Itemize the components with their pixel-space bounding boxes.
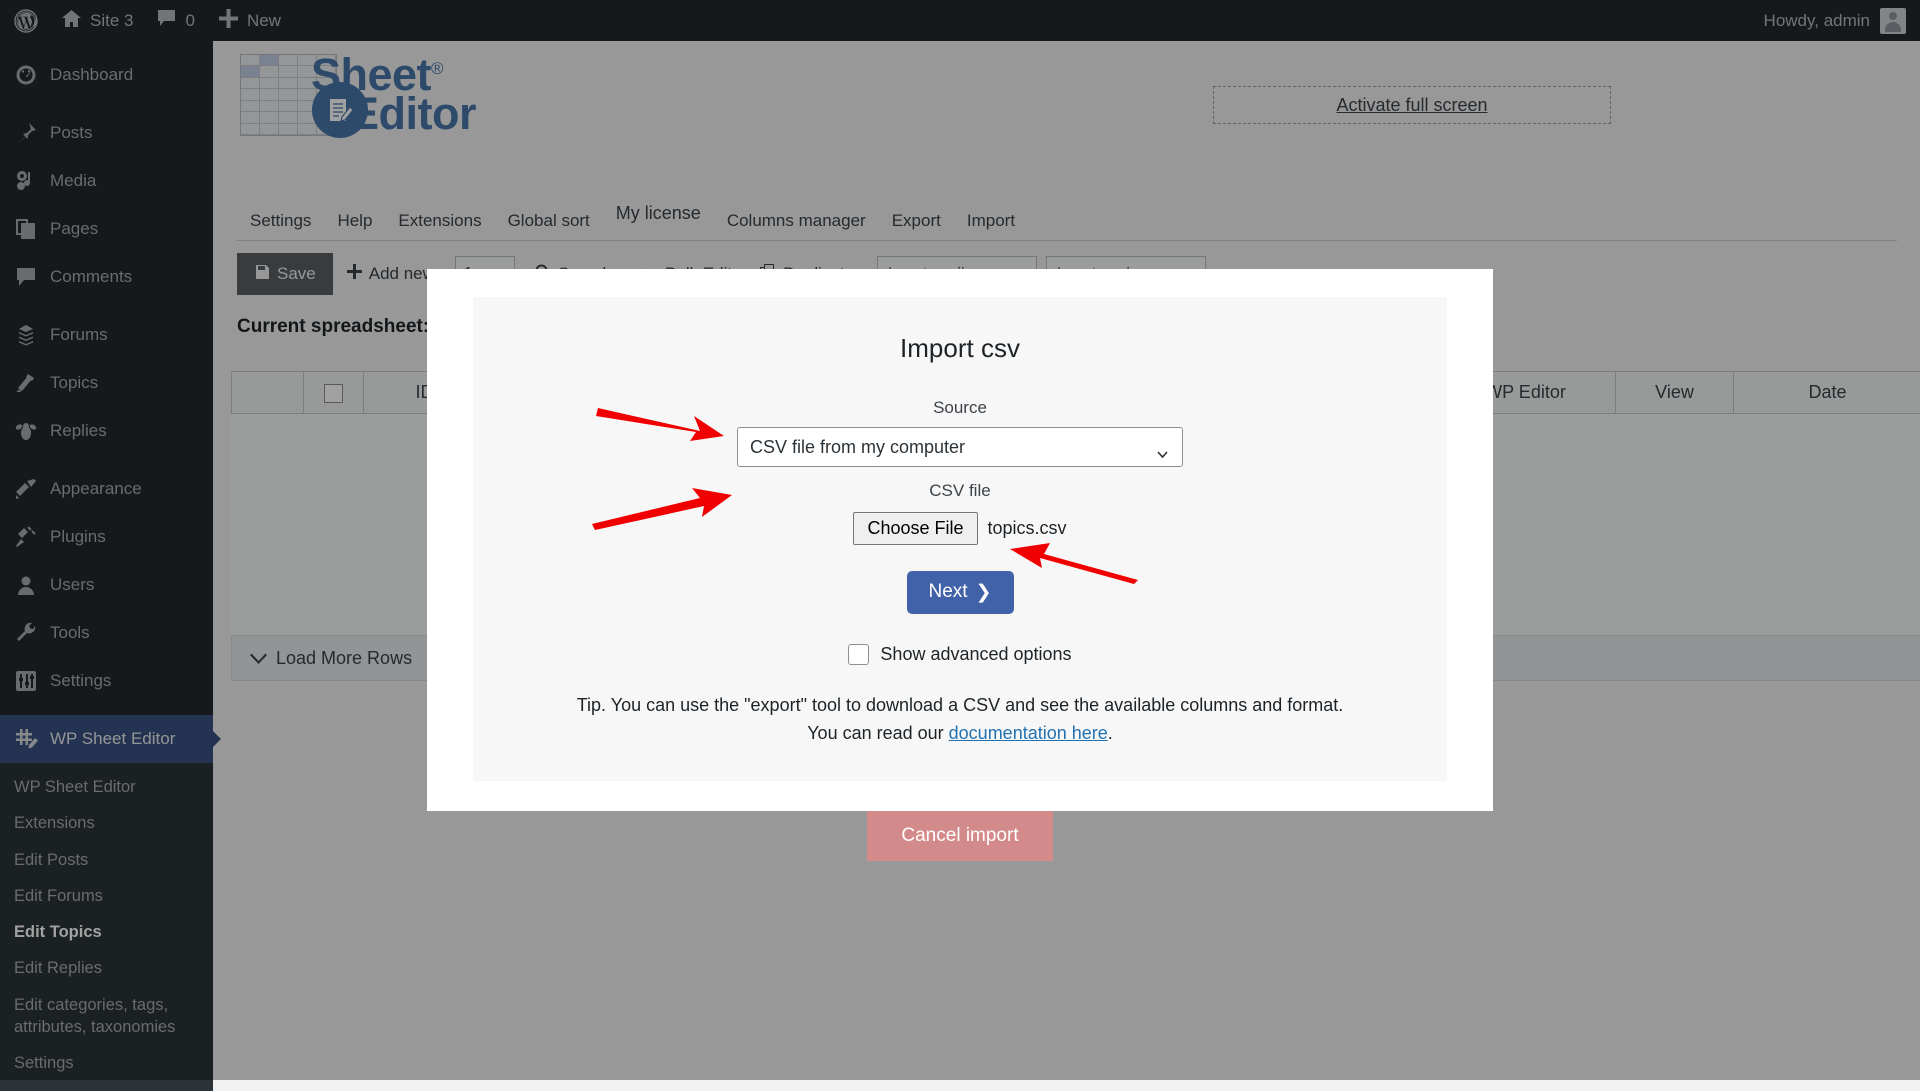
- source-select[interactable]: CSV file from my computer: [737, 427, 1183, 467]
- selected-file-name: topics.csv: [988, 518, 1067, 539]
- tip-line-2-prefix: You can read our: [807, 723, 948, 743]
- choose-file-button[interactable]: Choose File: [853, 512, 977, 545]
- show-advanced-options-label: Show advanced options: [880, 644, 1071, 665]
- import-csv-modal: Import csv Source CSV file from my compu…: [427, 269, 1493, 811]
- tip-line-2: You can read our documentation here.: [493, 720, 1427, 748]
- csv-file-row: Choose File topics.csv: [493, 512, 1427, 545]
- chevron-right-icon: ❯: [976, 581, 992, 604]
- source-select-value: CSV file from my computer: [750, 437, 965, 458]
- show-advanced-options-checkbox[interactable]: [848, 644, 869, 665]
- source-label: Source: [493, 398, 1427, 418]
- csv-file-label: CSV file: [493, 481, 1427, 501]
- cancel-import-button[interactable]: Cancel import: [867, 811, 1052, 861]
- show-advanced-options-row[interactable]: Show advanced options: [493, 644, 1427, 665]
- chevron-down-icon: [1157, 443, 1168, 454]
- modal-title: Import csv: [493, 333, 1427, 364]
- import-csv-modal-body: Import csv Source CSV file from my compu…: [473, 297, 1447, 781]
- tip-line-1: Tip. You can use the "export" tool to do…: [493, 692, 1427, 720]
- tip-line-2-suffix: .: [1108, 723, 1113, 743]
- documentation-link[interactable]: documentation here: [949, 723, 1108, 743]
- next-label: Next: [929, 581, 968, 603]
- next-button[interactable]: Next ❯: [907, 571, 1014, 614]
- import-tip: Tip. You can use the "export" tool to do…: [493, 692, 1427, 748]
